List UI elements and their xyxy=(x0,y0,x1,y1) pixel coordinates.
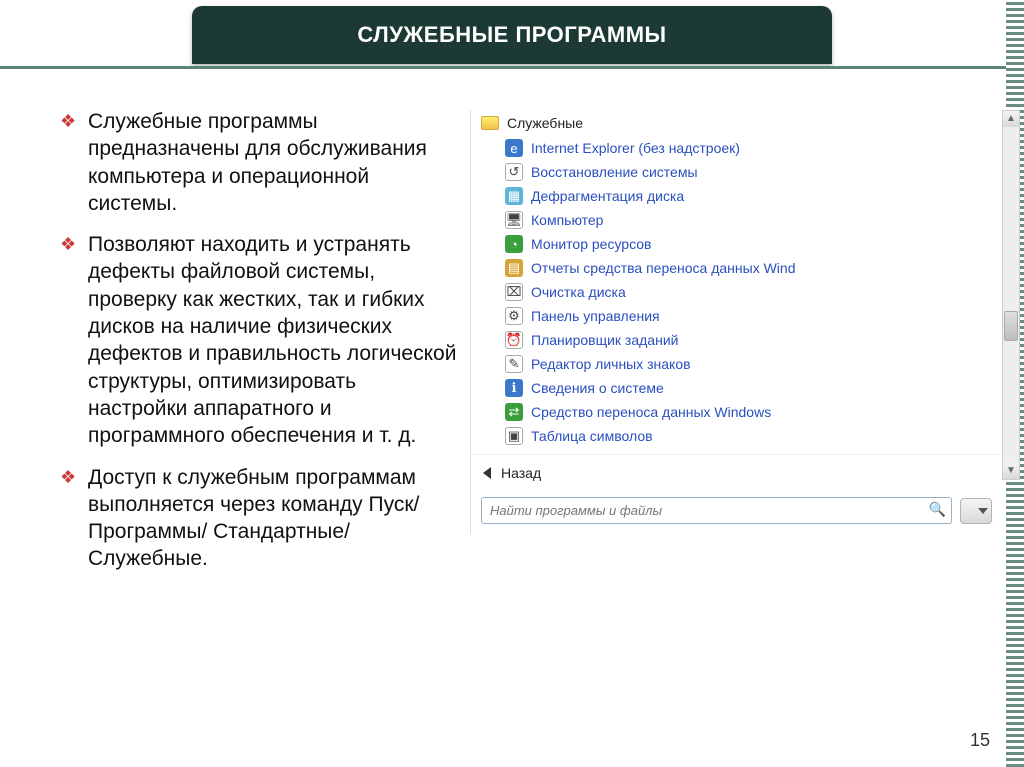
bullet-item: Служебные программы предназначены для об… xyxy=(60,108,460,217)
cleanup-icon: ⌧ xyxy=(505,283,523,301)
menu-item-transfer[interactable]: ⇄Средство переноса данных Windows xyxy=(505,400,1002,424)
sysinfo-icon: ℹ xyxy=(505,379,523,397)
menu-item-cleanup[interactable]: ⌧Очистка диска xyxy=(505,280,1002,304)
scheduler-icon: ⏰ xyxy=(505,331,523,349)
back-arrow-icon xyxy=(483,467,491,479)
start-menu-screenshot: Служебные eInternet Explorer (без надстр… xyxy=(470,78,1006,767)
menu-folder-header[interactable]: Служебные xyxy=(471,110,1002,136)
scroll-up-icon[interactable]: ▲ xyxy=(1003,111,1019,127)
scroll-down-icon[interactable]: ▼ xyxy=(1003,463,1019,479)
menu-item-sysinfo[interactable]: ℹСведения о системе xyxy=(505,376,1002,400)
menu-list: eInternet Explorer (без надстроек) ↺Восс… xyxy=(471,136,1002,448)
char-editor-icon: ✎ xyxy=(505,355,523,373)
page-title: СЛУЖЕБНЫЕ ПРОГРАММЫ xyxy=(192,6,832,64)
menu-item-defrag[interactable]: ▦Дефрагментация диска xyxy=(505,184,1002,208)
menu-item-reports[interactable]: ▤Отчеты средства переноса данных Wind xyxy=(505,256,1002,280)
ie-icon: e xyxy=(505,139,523,157)
scrollbar-thumb[interactable] xyxy=(1004,311,1018,341)
back-label: Назад xyxy=(501,465,541,481)
charmap-icon: ▣ xyxy=(505,427,523,445)
control-panel-icon: ⚙ xyxy=(505,307,523,325)
header: СЛУЖЕБНЫЕ ПРОГРАММЫ xyxy=(0,0,1024,64)
header-underline xyxy=(0,66,1006,69)
menu-item-monitor[interactable]: ◔Монитор ресурсов xyxy=(505,232,1002,256)
bullet-list: Служебные программы предназначены для об… xyxy=(60,108,460,573)
back-button[interactable]: Назад xyxy=(471,454,1002,491)
defrag-icon: ▦ xyxy=(505,187,523,205)
page-number: 15 xyxy=(970,730,990,751)
scrollbar[interactable]: ▲ ▼ xyxy=(1002,110,1020,480)
menu-item-control-panel[interactable]: ⚙Панель управления xyxy=(505,304,1002,328)
bullet-item: Доступ к служебным программам выполняетс… xyxy=(60,464,460,573)
shutdown-dropdown-button[interactable] xyxy=(960,498,992,524)
menu-item-ie[interactable]: eInternet Explorer (без надстроек) xyxy=(505,136,1002,160)
transfer-icon: ⇄ xyxy=(505,403,523,421)
reports-icon: ▤ xyxy=(505,259,523,277)
restore-icon: ↺ xyxy=(505,163,523,181)
bullet-item: Позволяют находить и устранять дефекты ф… xyxy=(60,231,460,449)
menu-item-scheduler[interactable]: ⏰Планировщик заданий xyxy=(505,328,1002,352)
search-icon[interactable]: 🔍 xyxy=(929,501,946,518)
menu-item-charmap[interactable]: ▣Таблица символов xyxy=(505,424,1002,448)
folder-label: Служебные xyxy=(507,115,583,131)
menu-item-computer[interactable]: 🖥Компьютер xyxy=(505,208,1002,232)
search-box[interactable]: 🔍 xyxy=(481,497,952,524)
menu-item-restore[interactable]: ↺Восстановление системы xyxy=(505,160,1002,184)
text-column: Служебные программы предназначены для об… xyxy=(0,78,470,767)
menu-item-char-editor[interactable]: ✎Редактор личных знаков xyxy=(505,352,1002,376)
monitor-icon: ◔ xyxy=(505,235,523,253)
computer-icon: 🖥 xyxy=(505,211,523,229)
folder-icon xyxy=(481,116,499,130)
search-input[interactable] xyxy=(481,497,952,524)
